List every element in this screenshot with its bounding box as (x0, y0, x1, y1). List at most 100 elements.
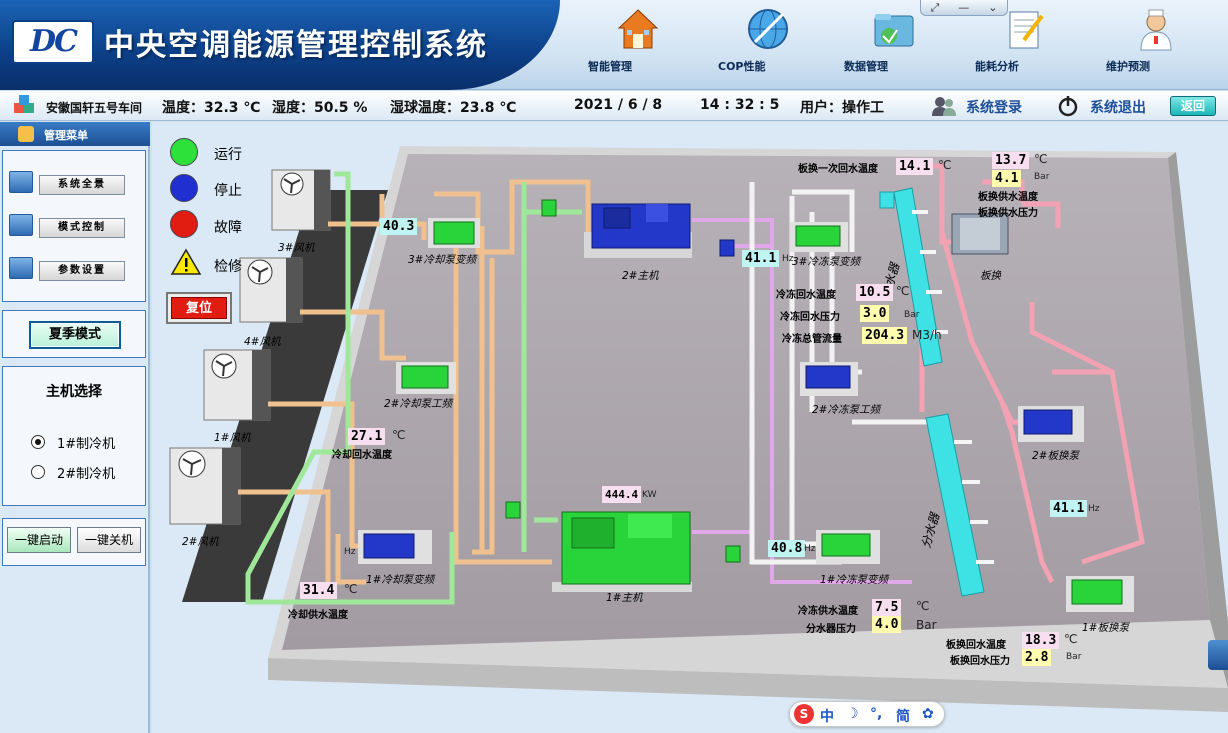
stop-all-button[interactable]: 一键关机 (77, 527, 141, 553)
menu-panel: 系统全景 模式控制 参数设置 (2, 150, 146, 302)
globe-icon (745, 6, 791, 52)
ime-lang-toggle[interactable]: 中 (820, 706, 834, 726)
login-link[interactable]: 系统登录 (966, 97, 1022, 117)
cool-pump-1[interactable] (358, 530, 432, 564)
side-panel-tab[interactable] (1208, 640, 1228, 670)
cool-supply-label: 冷却供水温度 (288, 610, 348, 621)
summer-mode-button[interactable]: 夏季模式 (29, 321, 121, 349)
fan-1[interactable] (203, 349, 271, 421)
ime-punct-toggle[interactable]: °, (870, 706, 882, 722)
power-icon[interactable] (1056, 94, 1080, 118)
wetbulb-reading: 湿球温度：23.8 ℃ (390, 100, 517, 116)
plate-pump-2[interactable] (1018, 406, 1084, 442)
reset-button[interactable]: 复位 (166, 292, 232, 324)
chill-return-temp: 10.5 (856, 284, 894, 301)
dc-logo: DC (12, 20, 94, 64)
plate-pump-1[interactable] (1066, 576, 1134, 612)
host-select-title: 主机选择 (46, 384, 102, 400)
menu-header: 管理菜单 (0, 122, 150, 146)
hz-unit: Hz (782, 254, 794, 264)
fan-4[interactable] (239, 257, 303, 323)
chill-pump-3[interactable] (790, 222, 848, 252)
ime-logo[interactable]: S (794, 704, 814, 724)
nav-energy-analysis[interactable]: 能耗分析 (975, 6, 1075, 73)
chiller-1[interactable] (552, 511, 692, 592)
host1-radio[interactable] (31, 435, 45, 449)
logout-link[interactable]: 系统退出 (1090, 97, 1146, 117)
chiller1-label: 1#主机 (606, 592, 643, 604)
cool-pump-2[interactable] (396, 362, 456, 394)
cool-pump-3[interactable] (428, 218, 480, 248)
cool-pump3-hz: 40.3 (380, 218, 418, 235)
nav-label: 智能管理 (588, 60, 632, 73)
back-button[interactable]: 返回 (1170, 96, 1216, 116)
nav-cop-performance[interactable]: COP性能 (718, 6, 818, 73)
plate-return-press-label: 板换回水压力 (950, 656, 1010, 667)
plant-view: 运行 停止 故障 检修 复位 3#风机 4#风机 1#风机 2#风机 3#冷却泵… (152, 122, 1228, 733)
chill-return-label: 冷冻回水温度 (776, 290, 836, 301)
chill-pump1-label: 1#冷冻泵变频 (820, 574, 888, 586)
fan4-label: 4#风机 (244, 336, 281, 348)
nav-smart-management[interactable]: 智能管理 (588, 6, 688, 73)
mode-control-button[interactable]: 模式控制 (39, 218, 125, 238)
plate-return-press: 2.8 (1022, 649, 1052, 666)
fan-3[interactable] (271, 169, 331, 231)
action-panel: 一键启动 一键关机 (2, 518, 146, 566)
host2-label: 2#制冷机 (57, 467, 116, 482)
hz-unit: Hz (344, 547, 356, 557)
legend-running-label: 运行 (214, 147, 242, 163)
press-unit: Bar (904, 310, 920, 320)
users-icon (932, 97, 956, 116)
temp-unit: ℃ (916, 599, 930, 613)
plate-primary-temp: 14.1 (896, 158, 934, 175)
plate-exchanger[interactable] (951, 213, 1009, 255)
plate-pump1-label: 1#板换泵 (1082, 622, 1129, 634)
warning-icon (170, 248, 202, 275)
chiller2-label: 2#主机 (622, 270, 659, 282)
gear-icon[interactable]: ✿ (922, 706, 934, 722)
user-display: 用户：操作工 (800, 100, 884, 116)
system-overview-button[interactable]: 系统全景 (39, 175, 125, 195)
nav-label: 能耗分析 (975, 60, 1019, 73)
host1-label: 1#制冷机 (57, 437, 116, 452)
legend-running-dot (170, 138, 198, 166)
chill-pump-1[interactable] (816, 530, 880, 564)
ime-script-toggle[interactable]: 简 (896, 706, 910, 726)
cool-return-temp: 27.1 (348, 428, 386, 445)
legend-maintenance-label: 检修 (214, 259, 242, 275)
plate-label: 板换 (980, 270, 1001, 282)
minimize-icon[interactable]: — (958, 1, 969, 14)
temp-unit: ℃ (1034, 152, 1048, 166)
power-unit: KW (642, 490, 657, 500)
legend-fault-label: 故障 (214, 220, 242, 236)
chill-flow: 204.3 (862, 327, 908, 344)
chill-pump-2[interactable] (800, 362, 858, 396)
location-label: 安徽国轩五号车间 (46, 101, 143, 115)
chill-pump3-hz: 41.1 (742, 250, 780, 267)
chill-return-press: 3.0 (860, 305, 890, 322)
nav-maintenance-forecast[interactable]: 维护预测 (1106, 6, 1206, 73)
press-unit: Bar (1034, 172, 1050, 182)
moon-icon[interactable]: ☽ (846, 706, 859, 722)
parameter-settings-button[interactable]: 参数设置 (39, 261, 125, 281)
plate-pump-hz: 41.1 (1050, 500, 1088, 517)
app-title: 中央空调能源管理控制系统 (104, 28, 488, 63)
chill-pump2-label: 2#冷冻泵工频 (812, 404, 880, 416)
chiller-2[interactable] (584, 203, 692, 258)
chill-return-press-label: 冷冻回水压力 (780, 312, 840, 323)
folder-icon (871, 6, 917, 52)
nav-data-management[interactable]: 数据管理 (844, 6, 944, 73)
plate-primary-label: 板换一次回水温度 (798, 164, 878, 175)
fan-2[interactable] (169, 447, 241, 525)
temp-unit: ℃ (344, 582, 358, 596)
host-select-panel: 主机选择 1#制冷机 2#制冷机 (2, 366, 146, 506)
mode-panel: 夏季模式 (2, 310, 146, 358)
temp-unit: ℃ (392, 428, 406, 442)
title-banner: DC 中央空调能源管理控制系统 (0, 0, 560, 90)
cool-pump1-label: 1#冷却泵变频 (366, 574, 434, 586)
scada-window: DC 中央空调能源管理控制系统 ⤢ — ⌄ 智能管理 COP性能 数据管理 能耗… (0, 0, 1228, 733)
start-all-button[interactable]: 一键启动 (7, 527, 71, 553)
reset-label: 复位 (171, 297, 227, 319)
power-reading: 444.4 (602, 486, 642, 503)
host2-radio[interactable] (31, 465, 45, 479)
